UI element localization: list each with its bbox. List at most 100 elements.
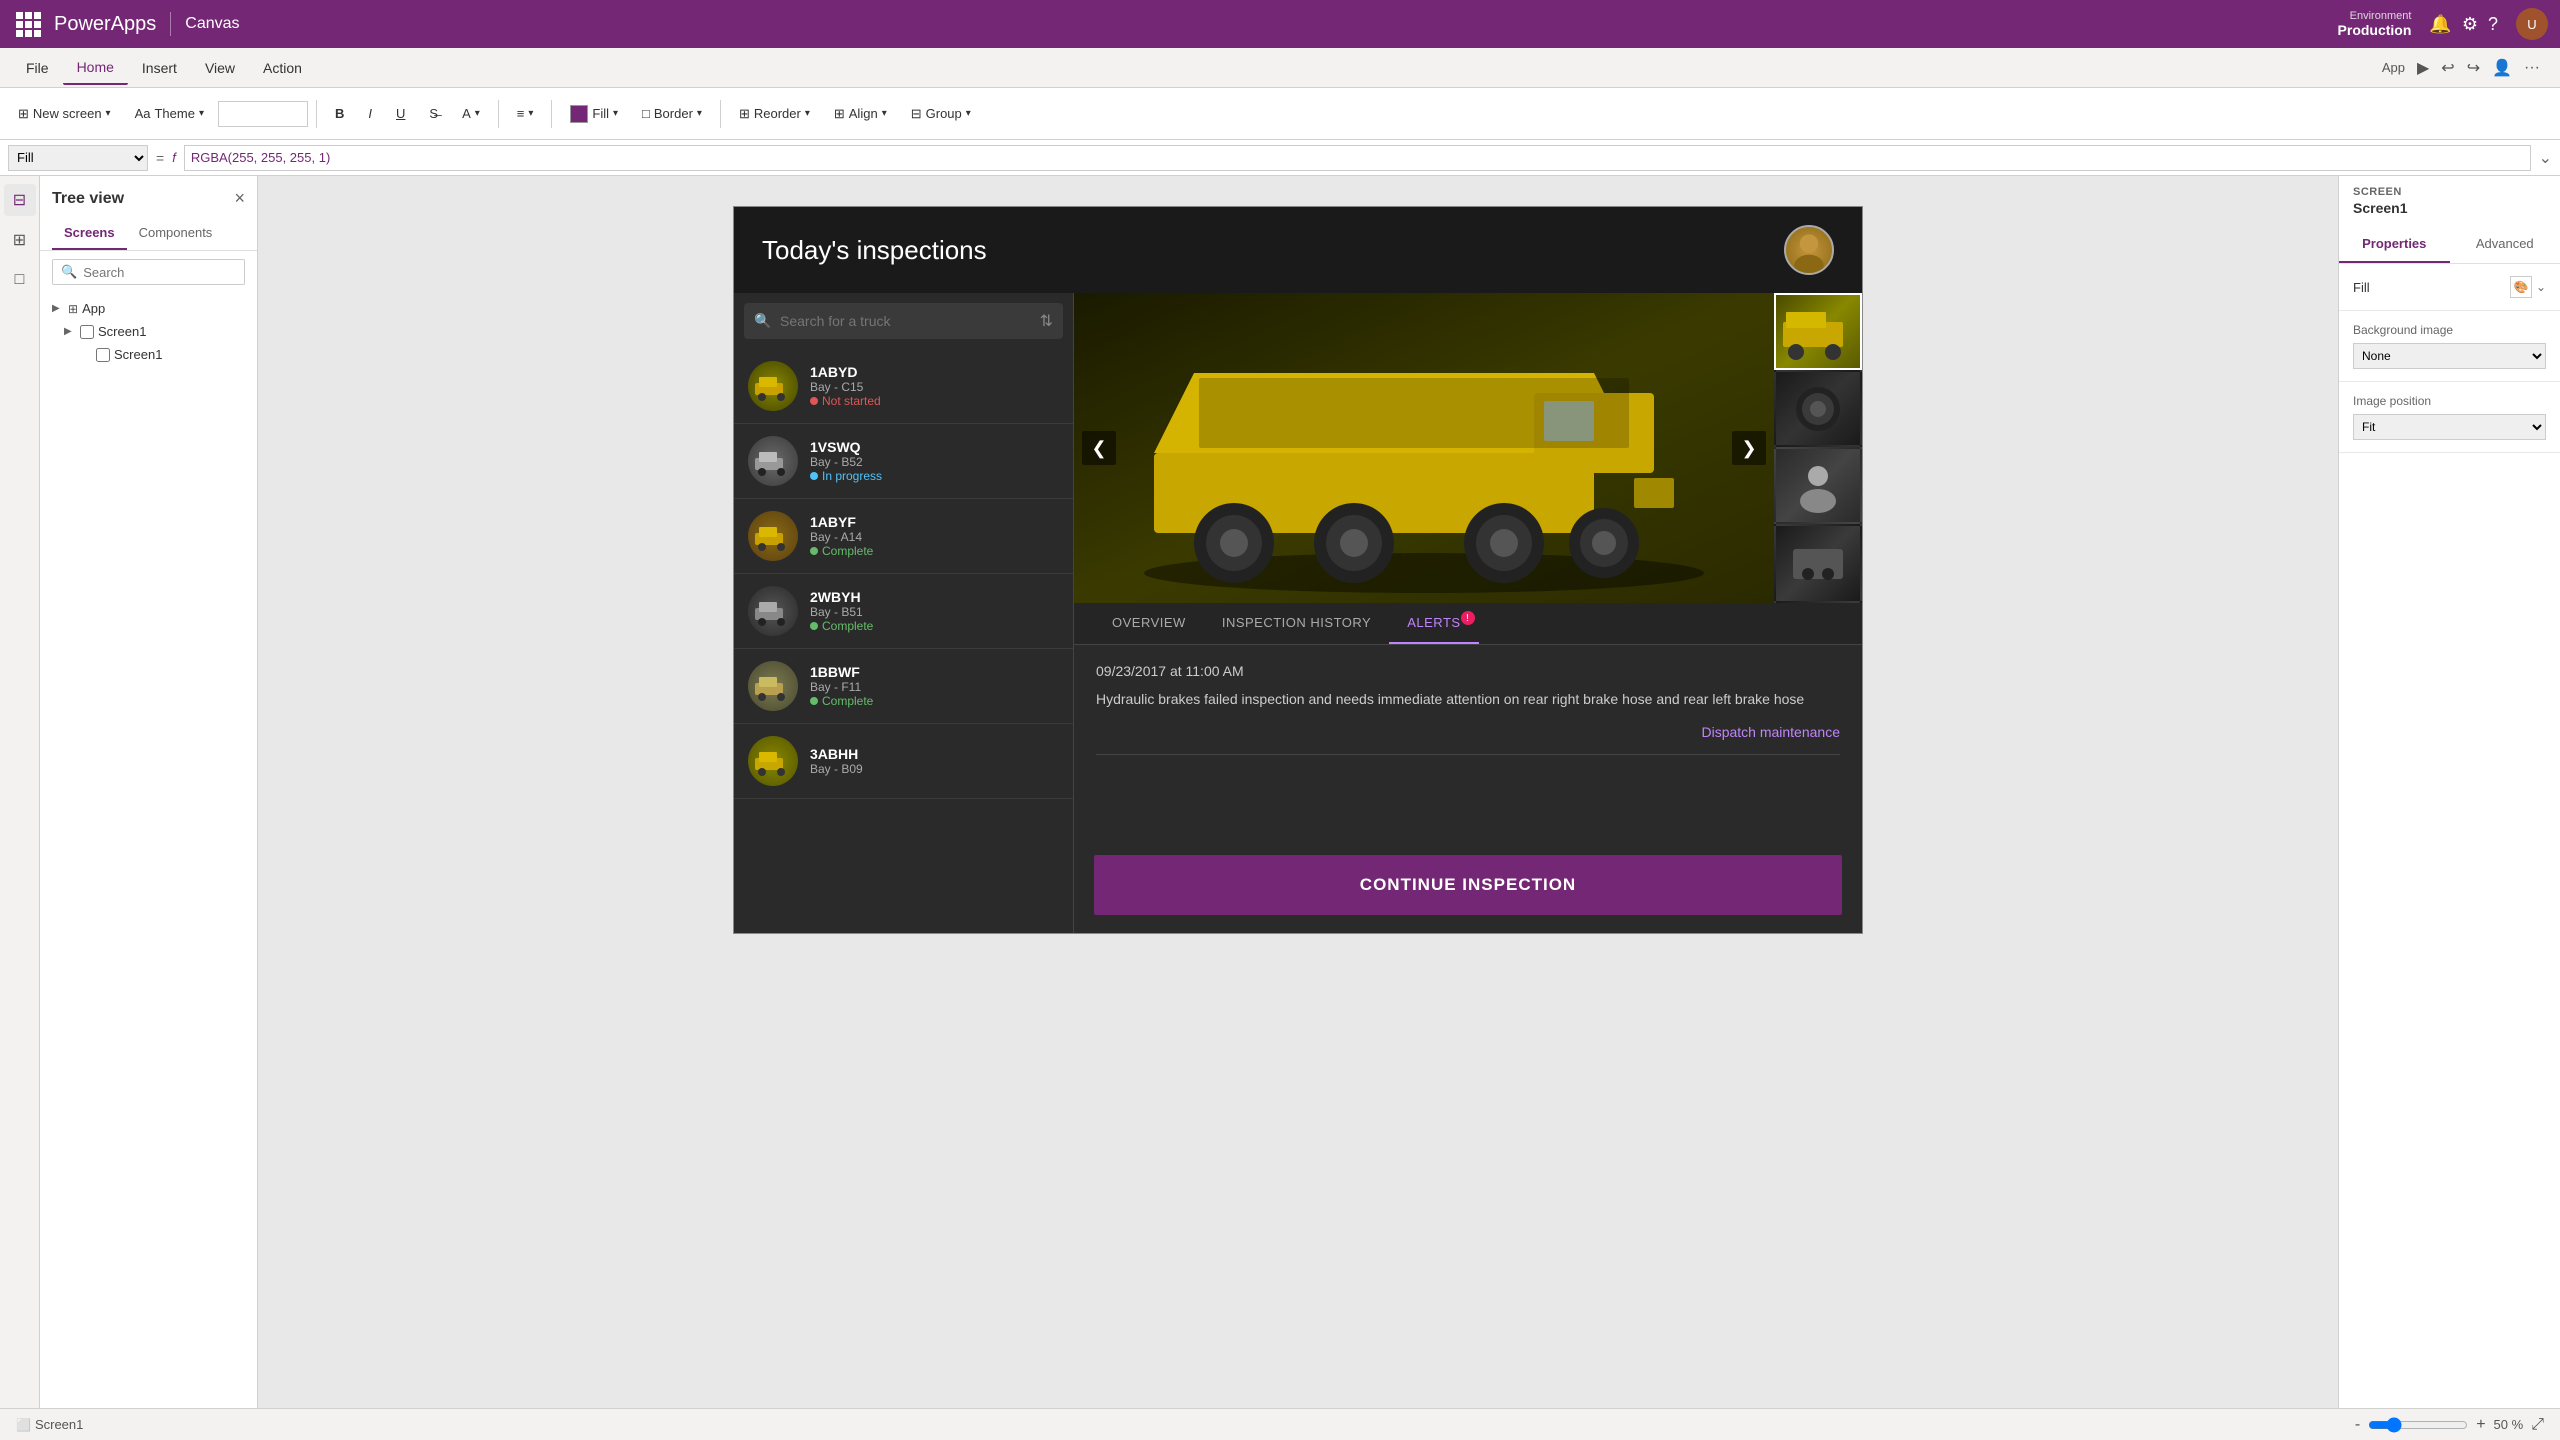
detail-area: ❮ ❯: [1074, 293, 1862, 933]
sidebar-icon-media[interactable]: □: [4, 264, 36, 296]
tree-panel: Tree view × Screens Components 🔍 ▶ ⊞ App…: [40, 176, 258, 1408]
truck-list: 🔍 ⇅ 1ABYD Bay - C15: [734, 293, 1074, 933]
panel-fill-section: Fill 🎨 ⌄: [2339, 264, 2560, 311]
tree-list: ▶ ⊞ App ▶ Screen1 Screen1: [40, 293, 257, 1408]
theme-button[interactable]: Aa Theme ▾: [125, 100, 214, 127]
truck-item-1bbwf[interactable]: 1BBWF Bay - F11 Complete: [734, 649, 1073, 724]
truck-item-1abyd[interactable]: 1ABYD Bay - C15 Not started: [734, 349, 1073, 424]
truck-info-3abhh: 3ABHH Bay - B09: [810, 746, 1059, 776]
formula-input[interactable]: [184, 145, 2531, 171]
bg-image-select[interactable]: None: [2353, 343, 2546, 369]
thumb-strip: [1774, 293, 1862, 603]
property-select[interactable]: Fill: [8, 145, 148, 171]
truck-item-1vswq[interactable]: 1VSWQ Bay - B52 In progress: [734, 424, 1073, 499]
truck-status-2wbyh: Complete: [810, 619, 1059, 633]
app-header: Today's inspections: [734, 207, 1862, 293]
sidebar-icon-tree[interactable]: ⊟: [4, 184, 36, 216]
screen1-expand-arrow: ▶: [64, 326, 76, 337]
menu-insert[interactable]: Insert: [128, 52, 191, 84]
italic-button[interactable]: I: [358, 100, 382, 127]
panel-image-pos-section: Image position Fit: [2339, 382, 2560, 453]
zoom-slider[interactable]: [2368, 1417, 2468, 1433]
detail-tabs-row: OVERVIEW INSPECTION HISTORY ALERTS !: [1074, 603, 1862, 645]
align-button[interactable]: ≡ ▾: [507, 100, 544, 127]
fill-paint-icon[interactable]: 🎨: [2510, 276, 2532, 298]
share-button[interactable]: 👤: [2492, 58, 2512, 78]
image-pos-select[interactable]: Fit: [2353, 414, 2546, 440]
thumb-3[interactable]: [1774, 447, 1862, 524]
reorder-button[interactable]: ⊞ Reorder ▾: [729, 100, 820, 128]
theme-label: Theme: [154, 106, 194, 121]
fill-expand-button[interactable]: ⌄: [2536, 280, 2546, 294]
expand-formula-button[interactable]: ⌄: [2539, 148, 2552, 168]
zoom-minus-button[interactable]: -: [2355, 1416, 2360, 1434]
formulabar: Fill = f ⌄: [0, 140, 2560, 176]
undo-button[interactable]: ↩: [2441, 58, 2454, 78]
tab-overview[interactable]: OVERVIEW: [1094, 603, 1204, 644]
zoom-plus-button[interactable]: +: [2476, 1416, 2485, 1434]
close-tree-button[interactable]: ×: [234, 188, 245, 209]
bold-button[interactable]: B: [325, 100, 354, 127]
truck-images-area: ❮ ❯: [1074, 293, 1862, 603]
fill-property-label: Fill: [2353, 280, 2370, 295]
truck-item-2wbyh[interactable]: 2WBYH Bay - B51 Complete: [734, 574, 1073, 649]
color-picker-box[interactable]: [218, 101, 308, 127]
truck-id-1abyd: 1ABYD: [810, 364, 1059, 380]
user-avatar[interactable]: U: [2516, 8, 2548, 40]
tab-inspection-history[interactable]: INSPECTION HISTORY: [1204, 603, 1389, 644]
truck-avatar-1bbwf: [748, 661, 798, 711]
panel-tab-advanced[interactable]: Advanced: [2450, 226, 2560, 263]
tab-components[interactable]: Components: [127, 217, 225, 250]
sort-icon[interactable]: ⇅: [1040, 311, 1053, 331]
menu-action[interactable]: Action: [249, 52, 316, 84]
align-items-chevron: ▾: [882, 108, 887, 119]
panel-screen-label: SCREEN: [2339, 176, 2560, 198]
tree-search-input[interactable]: [83, 265, 236, 280]
truck-item-1abyf[interactable]: 1ABYF Bay - A14 Complete: [734, 499, 1073, 574]
font-color-chevron: ▾: [475, 108, 480, 119]
thumb-1[interactable]: [1774, 293, 1862, 370]
new-screen-button[interactable]: ⊞ New screen ▾: [8, 100, 121, 128]
tree-item-screen1[interactable]: ▶ Screen1: [40, 320, 257, 343]
app-title: Today's inspections: [762, 235, 987, 266]
screen1-checkbox[interactable]: [80, 325, 94, 339]
dispatch-maintenance-link[interactable]: Dispatch maintenance: [1701, 724, 1840, 740]
strikethrough-button[interactable]: S̶: [419, 100, 448, 127]
app-user-avatar[interactable]: [1784, 225, 1834, 275]
help-button[interactable]: ?: [2488, 14, 2498, 35]
tree-item-app[interactable]: ▶ ⊞ App: [40, 297, 257, 320]
more-button[interactable]: ···: [2524, 59, 2540, 77]
sidebar-icon-data[interactable]: ⊞: [4, 224, 36, 256]
tree-search-box: 🔍: [52, 259, 245, 285]
menu-file[interactable]: File: [12, 52, 63, 84]
thumb-2[interactable]: [1774, 370, 1862, 447]
group-button[interactable]: ⊟ Group ▾: [901, 100, 981, 128]
align-items-button[interactable]: ⊞ Align ▾: [824, 100, 897, 128]
nav-arrow-right[interactable]: ❯: [1732, 431, 1766, 465]
settings-button[interactable]: ⚙: [2462, 14, 2478, 35]
panel-tab-properties[interactable]: Properties: [2339, 226, 2450, 263]
thumb-4[interactable]: [1774, 524, 1862, 603]
nav-arrow-left[interactable]: ❮: [1082, 431, 1116, 465]
underline-button[interactable]: U: [386, 100, 415, 127]
redo-button[interactable]: ↪: [2467, 58, 2480, 78]
notification-button[interactable]: 🔔: [2429, 14, 2451, 35]
truck-search-input[interactable]: [744, 303, 1063, 339]
fx-icon[interactable]: f: [172, 150, 176, 165]
theme-icon: Aa: [135, 106, 151, 121]
menu-home[interactable]: Home: [63, 51, 128, 85]
border-button[interactable]: □ Border ▾: [632, 100, 712, 127]
tab-screens[interactable]: Screens: [52, 217, 127, 250]
zoom-value-label: 50 %: [2494, 1417, 2524, 1432]
menu-view[interactable]: View: [191, 52, 249, 84]
tab-alerts[interactable]: ALERTS !: [1389, 603, 1478, 644]
fit-screen-button[interactable]: ⤢: [2531, 1416, 2544, 1434]
screen1-child-checkbox[interactable]: [96, 348, 110, 362]
fill-button[interactable]: Fill ▾: [560, 99, 628, 129]
tree-item-screen1-child[interactable]: Screen1: [40, 343, 257, 366]
continue-inspection-button[interactable]: CONTINUE INSPECTION: [1094, 855, 1842, 915]
waffle-menu[interactable]: [12, 8, 44, 40]
truck-item-3abhh[interactable]: 3ABHH Bay - B09: [734, 724, 1073, 799]
font-color-button[interactable]: A ▾: [452, 100, 490, 127]
preview-play-button[interactable]: ▶: [2417, 58, 2429, 78]
